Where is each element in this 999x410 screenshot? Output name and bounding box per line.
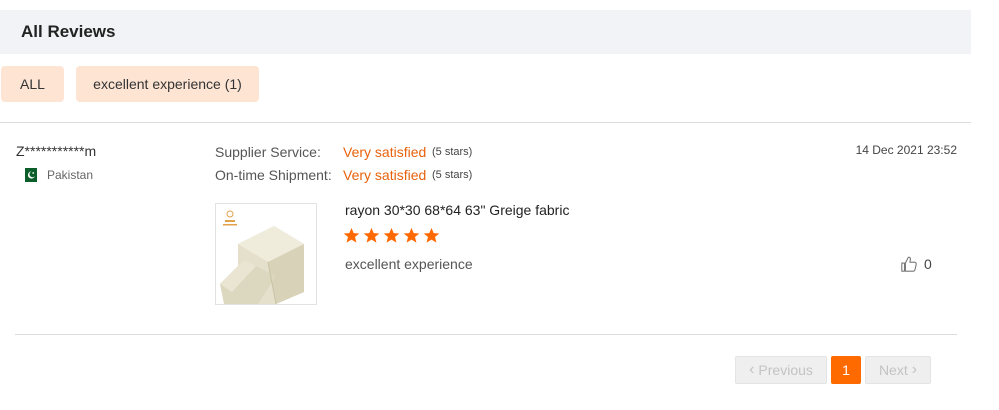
pakistan-flag-icon xyxy=(21,168,37,182)
star-icon xyxy=(423,227,440,243)
reviewer-country: Pakistan xyxy=(47,168,94,182)
like-count: 0 xyxy=(924,256,932,272)
divider xyxy=(0,122,971,123)
next-label: Next xyxy=(878,362,908,378)
product-image xyxy=(216,204,316,304)
page-title: All Reviews xyxy=(21,22,116,41)
star-icon xyxy=(403,227,420,243)
reviews-header: All Reviews xyxy=(0,10,971,54)
chevron-left-icon: ‹ xyxy=(749,361,755,378)
product-thumbnail[interactable] xyxy=(215,203,317,305)
star-rating xyxy=(343,227,440,244)
review-timestamp: 14 Dec 2021 23:52 xyxy=(855,143,957,157)
supplier-service-value: Very satisfied xyxy=(343,144,427,160)
like-button[interactable]: 0 xyxy=(900,255,932,273)
review-text: excellent experience xyxy=(345,256,473,272)
filter-tag-excellent-experience[interactable]: excellent experience (1) xyxy=(76,66,259,102)
shipment-value: Very satisfied xyxy=(343,167,427,183)
chevron-right-icon: › xyxy=(911,361,918,378)
previous-page-button[interactable]: ‹ Previous xyxy=(735,356,827,384)
star-icon xyxy=(343,227,360,243)
filter-tag-all[interactable]: ALL xyxy=(1,66,64,102)
star-icon xyxy=(383,227,400,243)
supplier-service-label: Supplier Service: xyxy=(215,144,321,160)
shipment-label: On-time Shipment: xyxy=(215,167,332,183)
page-number-button[interactable]: 1 xyxy=(831,356,861,384)
product-title[interactable]: rayon 30*30 68*64 63" Greige fabric xyxy=(345,202,569,218)
star-icon xyxy=(363,227,380,243)
shipment-stars: (5 stars) xyxy=(432,169,473,181)
previous-label: Previous xyxy=(758,362,813,378)
divider xyxy=(15,334,957,335)
reviewer-name: Z***********m xyxy=(16,143,97,159)
thumbs-up-icon xyxy=(901,256,917,272)
next-page-button[interactable]: Next › xyxy=(865,356,931,384)
supplier-service-stars: (5 stars) xyxy=(432,146,473,158)
